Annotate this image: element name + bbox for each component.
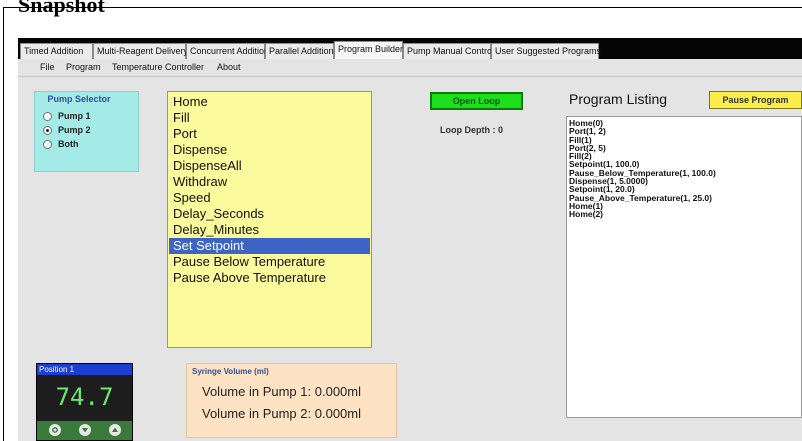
gear-icon xyxy=(52,427,58,433)
radio-label: Pump 1 xyxy=(58,111,91,121)
pump-selector: Pump Selector Pump 1 Pump 2 Both xyxy=(34,91,139,172)
menu-program[interactable]: Program xyxy=(66,62,101,72)
pump1-volume-value: 0.000ml xyxy=(314,384,361,399)
tab-bar: Timed Addition Multi-Reagent Delivery Co… xyxy=(18,38,802,59)
open-loop-button[interactable]: Open Loop xyxy=(430,92,523,110)
tab-pump-manual-control[interactable]: Pump Manual Control xyxy=(403,43,494,59)
temp-settings-button[interactable] xyxy=(49,424,61,436)
radio-unchecked-icon xyxy=(43,140,52,149)
command-item-port[interactable]: Port xyxy=(169,126,370,142)
pump2-volume-label: Volume in Pump 2: xyxy=(202,406,312,421)
temp-down-button[interactable] xyxy=(79,424,91,436)
menu-file[interactable]: File xyxy=(40,62,55,72)
pump2-volume-row: Volume in Pump 2: 0.000ml xyxy=(202,406,361,421)
listing-line: Port(1, 2) xyxy=(569,126,606,137)
arrow-down-icon xyxy=(82,428,88,433)
command-item-set-setpoint[interactable]: Set Setpoint xyxy=(169,238,370,254)
command-item-dispense[interactable]: Dispense xyxy=(169,142,370,158)
pump-selector-title: Pump Selector xyxy=(47,94,111,104)
listing-line: Port(2, 5) xyxy=(569,142,606,153)
menu-temperature-controller[interactable]: Temperature Controller xyxy=(112,62,204,72)
pump1-volume-row: Volume in Pump 1: 0.000ml xyxy=(202,384,361,399)
radio-label: Pump 2 xyxy=(58,125,91,135)
temperature-value: 74.7 xyxy=(55,383,114,411)
listing-line: Home(2) xyxy=(569,209,604,220)
radio-unchecked-icon xyxy=(43,112,52,121)
loop-depth-label: Loop Depth : 0 xyxy=(440,125,503,135)
tab-program-builder[interactable]: Program Builder xyxy=(334,41,403,59)
program-listing-title: Program Listing xyxy=(569,91,668,107)
command-item-speed[interactable]: Speed xyxy=(169,190,370,206)
pause-program-button[interactable]: Pause Program xyxy=(709,91,802,109)
pump2-volume-value: 0.000ml xyxy=(314,406,361,421)
syringe-volume-panel: Syringe Volume (ml) Volume in Pump 1: 0.… xyxy=(186,363,397,438)
temperature-display: Position 1 74.7 xyxy=(36,363,133,441)
tab-concurrent-addition[interactable]: Concurrent Addition xyxy=(186,43,269,59)
tab-timed-addition[interactable]: Timed Addition xyxy=(20,43,93,59)
pump1-volume-label: Volume in Pump 1: xyxy=(202,384,312,399)
arrow-up-icon xyxy=(112,427,118,432)
radio-label: Both xyxy=(58,139,79,149)
command-item-delay-minutes[interactable]: Delay_Minutes xyxy=(169,222,370,238)
tab-multi-reagent-delivery[interactable]: Multi-Reagent Delivery xyxy=(93,43,188,59)
menu-about[interactable]: About xyxy=(217,62,241,72)
command-item-home[interactable]: Home xyxy=(169,94,370,110)
command-item-fill[interactable]: Fill xyxy=(169,110,370,126)
syringe-volume-title: Syringe Volume (ml) xyxy=(192,367,269,376)
command-item-pause-below-temperature[interactable]: Pause Below Temperature xyxy=(169,254,370,270)
command-item-dispenseall[interactable]: DispenseAll xyxy=(169,158,370,174)
temperature-controls xyxy=(37,421,132,440)
command-item-withdraw[interactable]: Withdraw xyxy=(169,174,370,190)
radio-checked-icon xyxy=(43,126,52,135)
app-window: Timed Addition Multi-Reagent Delivery Co… xyxy=(18,38,802,441)
tab-user-suggested-programs[interactable]: User Suggested Programs xyxy=(491,43,601,59)
temp-up-button[interactable] xyxy=(109,424,121,436)
command-item-pause-above-temperature[interactable]: Pause Above Temperature xyxy=(169,270,370,286)
tab-parallel-addition[interactable]: Parallel Addition xyxy=(265,43,334,59)
command-item-delay-seconds[interactable]: Delay_Seconds xyxy=(169,206,370,222)
command-list[interactable]: Home Fill Port Dispense DispenseAll With… xyxy=(167,91,372,348)
temperature-header: Position 1 xyxy=(37,364,132,375)
program-listing[interactable]: Home(0) Port(1, 2) Fill(1) Port(2, 5) Fi… xyxy=(566,116,802,418)
listing-line: Home(1) xyxy=(569,200,604,211)
menu-bar: File Program Temperature Controller Abou… xyxy=(18,59,802,77)
listing-line: Pause_Above_Temperature(1, 25.0) xyxy=(569,192,712,203)
document-heading: Snapshot xyxy=(18,0,105,17)
